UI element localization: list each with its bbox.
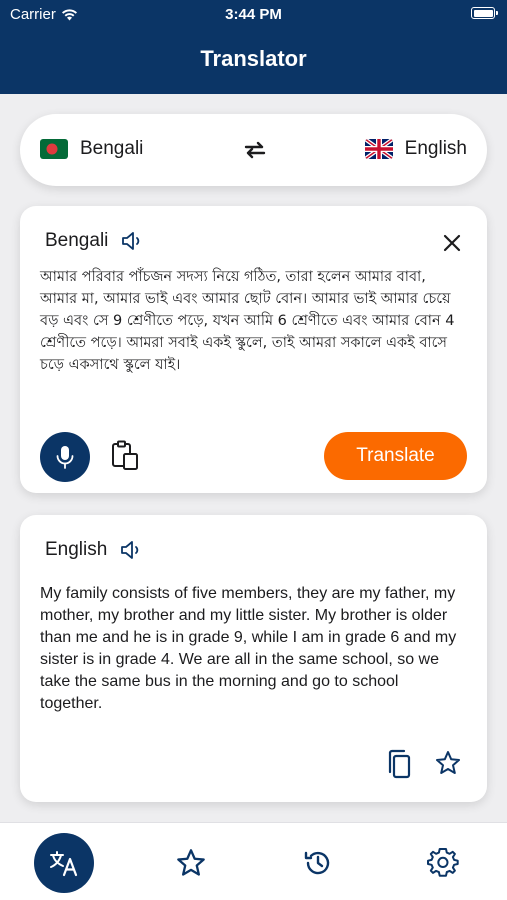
tab-favorites[interactable] xyxy=(161,833,221,893)
microphone-icon xyxy=(56,446,74,469)
tab-translate[interactable] xyxy=(34,833,94,893)
translation-card: English My family consists of five membe… xyxy=(20,515,487,802)
translate-icon xyxy=(50,851,78,877)
star-icon[interactable] xyxy=(435,750,461,776)
status-bar: Carrier 3:44 PM xyxy=(0,0,507,28)
target-language-label: English xyxy=(404,138,467,159)
tab-bar xyxy=(0,822,507,900)
page-title: Translator xyxy=(200,46,307,71)
source-text-card: Bengali আমার পরিবার পাঁচজন সদস্য নিয়ে গ… xyxy=(20,206,487,493)
clear-text-icon[interactable] xyxy=(441,232,463,254)
uk-flag-icon xyxy=(364,139,393,159)
copy-icon[interactable] xyxy=(385,749,413,779)
microphone-button[interactable] xyxy=(40,432,90,482)
speaker-icon[interactable] xyxy=(119,539,143,561)
tab-history[interactable] xyxy=(288,833,348,893)
star-icon xyxy=(177,849,205,876)
history-icon xyxy=(304,851,330,875)
translation-card-header: English xyxy=(45,539,143,561)
source-card-language: Bengali xyxy=(45,230,109,251)
tab-settings[interactable] xyxy=(413,833,473,893)
translation-card-language: English xyxy=(45,539,108,560)
status-time: 3:44 PM xyxy=(225,6,282,23)
swap-languages-icon[interactable] xyxy=(243,138,267,162)
source-card-header: Bengali xyxy=(45,230,144,252)
translated-text: My family consists of five members, they… xyxy=(40,585,457,712)
gear-icon xyxy=(427,848,459,877)
speaker-icon[interactable] xyxy=(120,230,144,252)
source-language-label: Bengali xyxy=(80,138,144,159)
paste-icon[interactable] xyxy=(110,440,140,472)
bangladesh-flag-icon xyxy=(40,139,68,159)
battery-icon xyxy=(471,7,498,19)
app-header: Carrier 3:44 PM Translator xyxy=(0,0,507,94)
source-language-button[interactable]: Bengali xyxy=(40,138,143,160)
source-text[interactable]: আমার পরিবার পাঁচজন সদস্য নিয়ে গঠিত, তার… xyxy=(40,266,465,376)
translate-button[interactable]: Translate xyxy=(324,432,467,480)
target-language-button[interactable]: English xyxy=(364,138,467,160)
language-selector: Bengali English xyxy=(20,114,487,186)
